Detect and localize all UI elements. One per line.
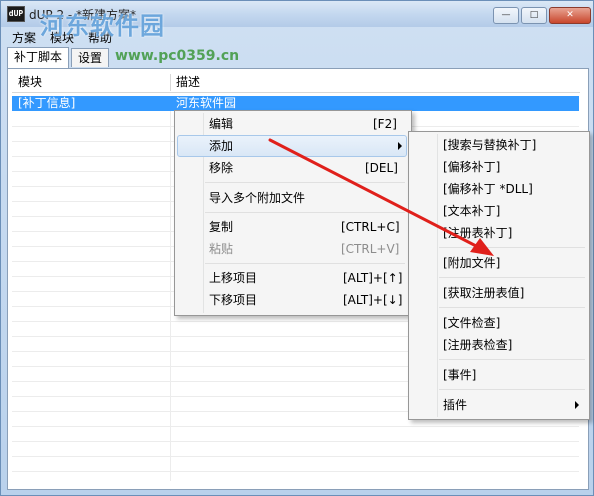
- menu-item-shortcut: [CTRL+V]: [341, 242, 400, 256]
- menu-item-label: 下移项目: [209, 293, 258, 307]
- menu-item-shortcut: [CTRL+C]: [341, 220, 400, 234]
- watermark-text: 河东软件园: [40, 12, 165, 40]
- submenu-item-file-check[interactable]: [文件检查]: [411, 312, 585, 334]
- menu-item-label: [文件检查]: [443, 316, 501, 330]
- menu-separator: [205, 263, 405, 264]
- menu-item-add[interactable]: 添加: [177, 135, 407, 157]
- menu-item-label: 复制: [209, 220, 234, 234]
- menu-item-label: [注册表检查]: [443, 338, 513, 352]
- menu-item-label: 移除: [209, 161, 234, 175]
- menu-item-move-down[interactable]: 下移项目 [ALT]+[↓]: [177, 289, 407, 311]
- menu-item-label: [偏移补丁]: [443, 160, 501, 174]
- menu-item-label: 插件: [443, 398, 468, 412]
- menu-item-label: 上移项目: [209, 271, 258, 285]
- menu-item-copy[interactable]: 复制 [CTRL+C]: [177, 216, 407, 238]
- menu-item-edit[interactable]: 编辑 [F2]: [177, 113, 407, 135]
- submenu-item-event[interactable]: [事件]: [411, 364, 585, 386]
- tab-patch-script[interactable]: 补丁脚本: [7, 47, 70, 68]
- menu-item-move-up[interactable]: 上移项目 [ALT]+[↑]: [177, 267, 407, 289]
- header-divider: [12, 92, 580, 93]
- menu-item-label: [搜索与替换补丁]: [443, 138, 537, 152]
- menu-item-label: 导入多个附加文件: [209, 191, 306, 205]
- menu-item-shortcut: [ALT]+[↑]: [343, 271, 403, 285]
- menu-item-shortcut: [ALT]+[↓]: [343, 293, 403, 307]
- menu-item-label: [获取注册表值]: [443, 286, 525, 300]
- menu-item-label: [事件]: [443, 368, 477, 382]
- menu-item-label: 添加: [209, 139, 234, 153]
- menu-item-shortcut: [F2]: [373, 117, 397, 131]
- submenu-arrow-icon: [398, 142, 402, 150]
- close-button[interactable]: ✕: [549, 7, 591, 24]
- submenu-item-registry-patch[interactable]: [注册表补丁]: [411, 222, 585, 244]
- tab-settings[interactable]: 设置: [71, 48, 110, 67]
- menu-item-label: 编辑: [209, 117, 234, 131]
- submenu-item-get-registry[interactable]: [获取注册表值]: [411, 282, 585, 304]
- submenu-arrow-icon: [575, 401, 579, 409]
- menu-item-label: 粘贴: [209, 242, 234, 256]
- app-logo-icon: dUP: [7, 6, 25, 22]
- menu-scheme[interactable]: 方案: [12, 29, 36, 46]
- menu-separator: [205, 212, 405, 213]
- submenu-item-plugins[interactable]: 插件: [411, 394, 585, 416]
- menu-separator: [439, 359, 585, 360]
- menu-separator: [205, 182, 405, 183]
- menu-item-remove[interactable]: 移除 [DEL]: [177, 157, 407, 179]
- add-submenu: [搜索与替换补丁] [偏移补丁] [偏移补丁 *DLL] [文本补丁] [注册表…: [408, 131, 590, 420]
- grid-line: [12, 441, 579, 442]
- tab-strip: 补丁脚本 设置: [7, 47, 587, 68]
- menu-item-shortcut: [DEL]: [365, 161, 398, 175]
- table-row-selected[interactable]: [12, 96, 579, 111]
- grid-vline: [170, 111, 171, 481]
- submenu-item-text-patch[interactable]: [文本补丁]: [411, 200, 585, 222]
- menu-separator: [439, 247, 585, 248]
- submenu-item-registry-check[interactable]: [注册表检查]: [411, 334, 585, 356]
- menu-item-paste[interactable]: 粘贴 [CTRL+V]: [177, 238, 407, 260]
- submenu-item-offset-patch-dll[interactable]: [偏移补丁 *DLL]: [411, 178, 585, 200]
- submenu-item-offset-patch[interactable]: [偏移补丁]: [411, 156, 585, 178]
- menu-item-label: [注册表补丁]: [443, 226, 513, 240]
- watermark-url: www.pc0359.cn: [115, 48, 240, 64]
- column-divider[interactable]: [170, 74, 171, 91]
- context-menu: 编辑 [F2] 添加 移除 [DEL] 导入多个附加文件 复制 [CTRL+C]…: [174, 110, 412, 316]
- menu-item-import-files[interactable]: 导入多个附加文件: [177, 187, 407, 209]
- grid-line: [12, 426, 579, 427]
- maximize-button[interactable]: □: [521, 7, 547, 24]
- menu-separator: [439, 277, 585, 278]
- row-module-cell: [补丁信息]: [18, 96, 76, 110]
- grid-line: [12, 471, 579, 472]
- menu-item-label: [文本补丁]: [443, 204, 501, 218]
- column-header-module[interactable]: 模块: [18, 72, 42, 92]
- menu-separator: [439, 307, 585, 308]
- menu-item-label: [偏移补丁 *DLL]: [443, 182, 533, 196]
- menu-separator: [439, 389, 585, 390]
- submenu-item-attach-file[interactable]: [附加文件]: [411, 252, 585, 274]
- submenu-item-search-replace[interactable]: [搜索与替换补丁]: [411, 134, 585, 156]
- column-header-description[interactable]: 描述: [176, 72, 200, 92]
- grid-line: [12, 456, 579, 457]
- row-description-cell: 河东软件园: [176, 96, 237, 110]
- minimize-button[interactable]: —: [493, 7, 519, 24]
- menu-item-label: [附加文件]: [443, 256, 501, 270]
